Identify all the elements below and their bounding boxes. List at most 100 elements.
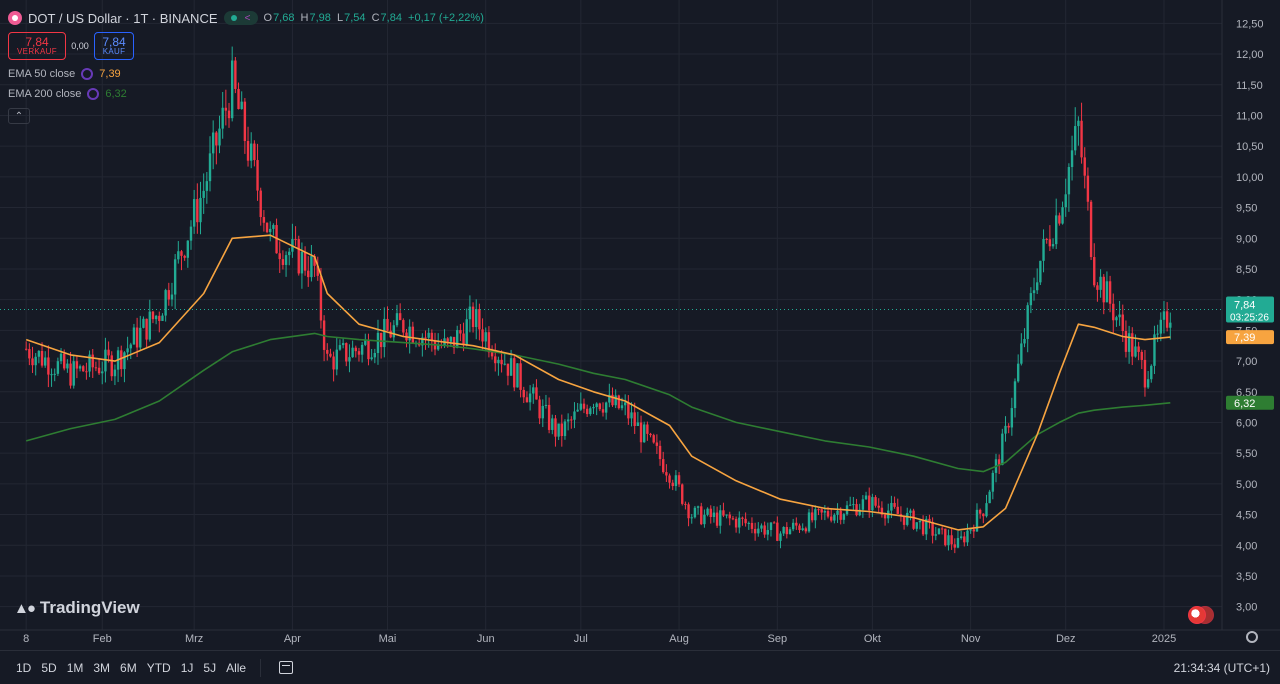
clock[interactable]: 21:34:34 (UTC+1) — [1174, 661, 1270, 675]
candle-body — [500, 359, 503, 365]
candle-body — [1089, 201, 1093, 258]
candle-body — [376, 332, 380, 353]
candle-body — [199, 197, 202, 223]
collapse-legend-button[interactable]: ⌃ — [8, 108, 30, 124]
ema200-legend[interactable]: EMA 200 close 6,32 — [8, 84, 487, 104]
candle-body — [53, 373, 56, 375]
candle-body — [839, 510, 842, 520]
candle-body — [525, 397, 529, 403]
range-button-5d[interactable]: 5D — [41, 661, 56, 675]
us-flag-icon[interactable] — [1188, 606, 1206, 624]
ema50-legend[interactable]: EMA 50 close 7,39 — [8, 64, 487, 84]
candle-body — [373, 352, 377, 358]
range-button-1d[interactable]: 1D — [16, 661, 31, 675]
price-tick-label: 3,50 — [1236, 571, 1257, 583]
candle-body — [544, 404, 548, 406]
range-button-3m[interactable]: 3M — [93, 661, 110, 675]
calendar-icon[interactable] — [279, 661, 294, 674]
candle-body — [341, 343, 345, 346]
candle-body — [985, 503, 988, 517]
candle-body — [78, 366, 82, 369]
candle-body — [319, 275, 323, 321]
candle-body — [988, 491, 991, 504]
sell-button[interactable]: 7,84 VERKAUF — [8, 32, 66, 60]
candle-body — [757, 528, 760, 534]
symbol-title[interactable]: DOT / US Dollar · 1T · BINANCE — [28, 11, 218, 26]
candle-body — [532, 387, 535, 394]
range-button-alle[interactable]: Alle — [226, 661, 246, 675]
candle-body — [351, 347, 354, 358]
candle-body — [864, 495, 868, 500]
candle-body — [1083, 157, 1086, 176]
range-button-6m[interactable]: 6M — [120, 661, 137, 675]
candle-body — [579, 403, 583, 410]
candle-body — [1070, 150, 1074, 168]
candle-body — [861, 499, 865, 510]
candle-body — [738, 517, 741, 528]
range-button-5j[interactable]: 5J — [203, 661, 216, 675]
candle-body — [782, 527, 785, 534]
ema200-settings-icon[interactable] — [87, 88, 100, 100]
candle-body — [1150, 365, 1153, 380]
candle-body — [829, 516, 833, 521]
tradingview-logo[interactable]: ▲● TradingView — [14, 598, 140, 618]
candle-body — [459, 330, 462, 334]
candle-body — [192, 199, 196, 227]
candle-body — [788, 529, 792, 535]
candle-body — [953, 544, 956, 548]
candle-body — [760, 525, 763, 529]
market-open-icon — [230, 15, 237, 21]
candle-body — [1035, 282, 1039, 291]
market-status-badge[interactable]: < — [223, 11, 258, 25]
range-button-1j[interactable]: 1J — [181, 661, 194, 675]
price-tick-label: 9,50 — [1236, 203, 1257, 215]
candle-body — [766, 530, 770, 535]
candle-body — [620, 405, 624, 409]
high-value: 7,98 — [309, 12, 331, 24]
candle-body — [798, 525, 801, 531]
axis-settings-icon[interactable] — [1246, 631, 1258, 643]
range-button-1m[interactable]: 1M — [67, 661, 84, 675]
candle-body — [1143, 359, 1147, 388]
candle-body — [947, 535, 950, 546]
candle-body — [731, 518, 735, 520]
candle-body — [256, 160, 259, 191]
candle-body — [481, 329, 484, 342]
candle-body — [513, 358, 516, 388]
candle-body — [706, 508, 709, 515]
candle-body — [47, 357, 50, 375]
candle-body — [246, 141, 250, 161]
candle-body — [218, 128, 221, 146]
time-tick-label: Feb — [93, 633, 112, 645]
candle-body — [557, 423, 560, 437]
close-value: 7,84 — [380, 12, 402, 24]
candle-body — [1162, 311, 1166, 320]
candle-body — [636, 422, 640, 426]
low-value: 7,54 — [344, 12, 366, 24]
candle-body — [411, 326, 415, 343]
candle-body — [1156, 333, 1159, 335]
ema50-settings-icon[interactable] — [81, 68, 94, 80]
candle-body — [551, 418, 554, 430]
range-button-ytd[interactable]: YTD — [147, 661, 171, 675]
candle-body — [801, 528, 804, 531]
candle-body — [1137, 346, 1140, 352]
candle-body — [582, 403, 586, 409]
time-tick-label: Apr — [284, 633, 301, 645]
ema50-line — [25, 234, 1171, 531]
candle-body — [918, 520, 922, 523]
candle-body — [804, 528, 808, 532]
candle-body — [31, 358, 34, 366]
candle-body — [785, 527, 789, 535]
candle-body — [164, 290, 167, 316]
buy-button[interactable]: 7,84 KAUF — [94, 32, 134, 60]
candle-body — [516, 363, 519, 388]
candle-body — [944, 528, 947, 546]
candle-body — [690, 517, 693, 519]
candle-body — [547, 404, 551, 430]
price-tick-label: 4,00 — [1236, 540, 1257, 552]
candle-body — [186, 240, 190, 258]
candle-body — [849, 504, 852, 506]
chart-area[interactable]: 3,003,504,004,505,005,506,006,507,007,50… — [0, 0, 1280, 650]
candle-body — [915, 522, 918, 529]
